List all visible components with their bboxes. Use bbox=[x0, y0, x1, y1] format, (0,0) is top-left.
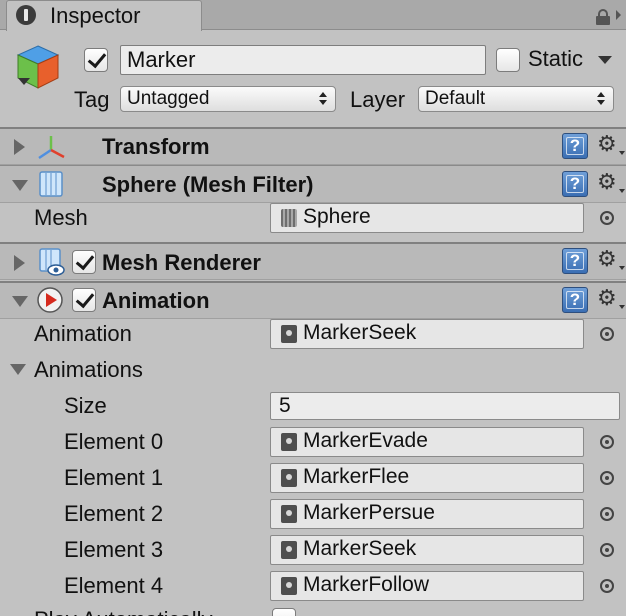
static-dropdown-icon[interactable] bbox=[598, 56, 612, 64]
chevron-down-icon bbox=[619, 305, 625, 309]
mesh-renderer-enabled-checkbox[interactable] bbox=[72, 250, 96, 274]
chevron-down-icon bbox=[619, 266, 625, 270]
mesh-label: Mesh bbox=[34, 205, 88, 230]
transform-header[interactable] bbox=[0, 127, 626, 165]
layer-label: Layer bbox=[350, 87, 406, 112]
help-icon[interactable]: ? bbox=[562, 171, 588, 197]
object-picker-icon[interactable] bbox=[600, 435, 614, 449]
animation-enabled-checkbox[interactable] bbox=[72, 288, 96, 312]
mesh-filter-title: Sphere (Mesh Filter) bbox=[102, 172, 314, 197]
gear-icon[interactable]: ⚙ bbox=[597, 287, 619, 309]
help-icon[interactable]: ? bbox=[562, 287, 588, 313]
element-value: MarkerFlee bbox=[303, 465, 410, 488]
element-label: Element 3 bbox=[64, 537, 164, 562]
layer-value: Default bbox=[425, 88, 486, 109]
transform-title: Transform bbox=[102, 134, 210, 159]
fold-right-icon[interactable] bbox=[14, 139, 25, 155]
fold-down-icon[interactable] bbox=[10, 364, 26, 375]
element-value: MarkerEvade bbox=[303, 429, 428, 452]
lock-icon[interactable] bbox=[596, 9, 610, 25]
layer-dropdown[interactable]: Default bbox=[418, 86, 614, 112]
size-label: Size bbox=[64, 393, 107, 418]
play-automatically-label: Play Automatically bbox=[34, 607, 213, 616]
element-field[interactable]: MarkerFlee bbox=[270, 463, 584, 493]
animation-field[interactable]: MarkerSeek bbox=[270, 319, 584, 349]
gear-icon[interactable]: ⚙ bbox=[597, 133, 619, 155]
object-picker-icon[interactable] bbox=[600, 327, 614, 341]
element-label: Element 0 bbox=[64, 429, 164, 454]
animation-clip-icon bbox=[281, 577, 297, 595]
tab-menu-icon[interactable] bbox=[616, 10, 621, 20]
updown-arrows-icon bbox=[319, 92, 327, 106]
icon-dropdown-icon[interactable] bbox=[18, 78, 30, 85]
mesh-filter-icon bbox=[39, 171, 63, 197]
animation-field-label: Animation bbox=[34, 321, 132, 346]
gear-icon[interactable]: ⚙ bbox=[597, 171, 619, 193]
help-icon[interactable]: ? bbox=[562, 133, 588, 159]
animation-clip-icon bbox=[281, 325, 297, 343]
animation-clip-icon bbox=[281, 469, 297, 487]
fold-right-icon[interactable] bbox=[14, 255, 25, 271]
help-icon[interactable]: ? bbox=[562, 248, 588, 274]
element-label: Element 2 bbox=[64, 501, 164, 526]
active-checkbox[interactable] bbox=[84, 48, 108, 72]
mesh-renderer-title: Mesh Renderer bbox=[102, 250, 261, 275]
mesh-value: Sphere bbox=[303, 205, 371, 228]
animation-title: Animation bbox=[102, 288, 210, 313]
element-value: MarkerFollow bbox=[303, 573, 430, 596]
transform-axes-icon bbox=[38, 136, 65, 160]
object-picker-icon[interactable] bbox=[600, 211, 614, 225]
chevron-down-icon bbox=[619, 189, 625, 193]
object-picker-icon[interactable] bbox=[600, 471, 614, 485]
element-field[interactable]: MarkerFollow bbox=[270, 571, 584, 601]
tag-label: Tag bbox=[74, 87, 110, 112]
size-field[interactable]: 5 bbox=[270, 392, 620, 420]
mesh-renderer-icon bbox=[39, 248, 65, 276]
chevron-down-icon bbox=[619, 151, 625, 155]
mesh-field[interactable]: Sphere bbox=[270, 203, 584, 233]
fold-down-icon[interactable] bbox=[12, 180, 28, 191]
element-value: MarkerPersue bbox=[303, 501, 435, 524]
fold-down-icon[interactable] bbox=[12, 296, 28, 307]
gear-icon[interactable]: ⚙ bbox=[597, 248, 619, 270]
tab-title: Inspector bbox=[50, 3, 141, 28]
element-field[interactable]: MarkerPersue bbox=[270, 499, 584, 529]
object-picker-icon[interactable] bbox=[600, 543, 614, 557]
animation-value: MarkerSeek bbox=[303, 321, 417, 344]
object-picker-icon[interactable] bbox=[600, 579, 614, 593]
tag-value: Untagged bbox=[127, 88, 210, 109]
object-picker-icon[interactable] bbox=[600, 507, 614, 521]
animation-play-icon bbox=[37, 287, 63, 313]
updown-arrows-icon bbox=[597, 92, 605, 106]
animations-label[interactable]: Animations bbox=[34, 357, 143, 383]
element-field[interactable]: MarkerEvade bbox=[270, 427, 584, 457]
element-label: Element 1 bbox=[64, 465, 164, 490]
name-field[interactable]: Marker bbox=[120, 45, 486, 75]
play-automatically-checkbox[interactable] bbox=[272, 608, 296, 616]
static-checkbox[interactable] bbox=[496, 48, 520, 72]
animation-clip-icon bbox=[281, 505, 297, 523]
static-label: Static bbox=[528, 46, 584, 71]
animation-clip-icon bbox=[281, 541, 297, 559]
element-label: Element 4 bbox=[64, 573, 164, 598]
info-icon bbox=[16, 5, 36, 25]
animation-clip-icon bbox=[281, 433, 297, 451]
element-field[interactable]: MarkerSeek bbox=[270, 535, 584, 565]
mesh-icon bbox=[281, 209, 297, 227]
element-value: MarkerSeek bbox=[303, 537, 417, 560]
tag-dropdown[interactable]: Untagged bbox=[120, 86, 336, 112]
